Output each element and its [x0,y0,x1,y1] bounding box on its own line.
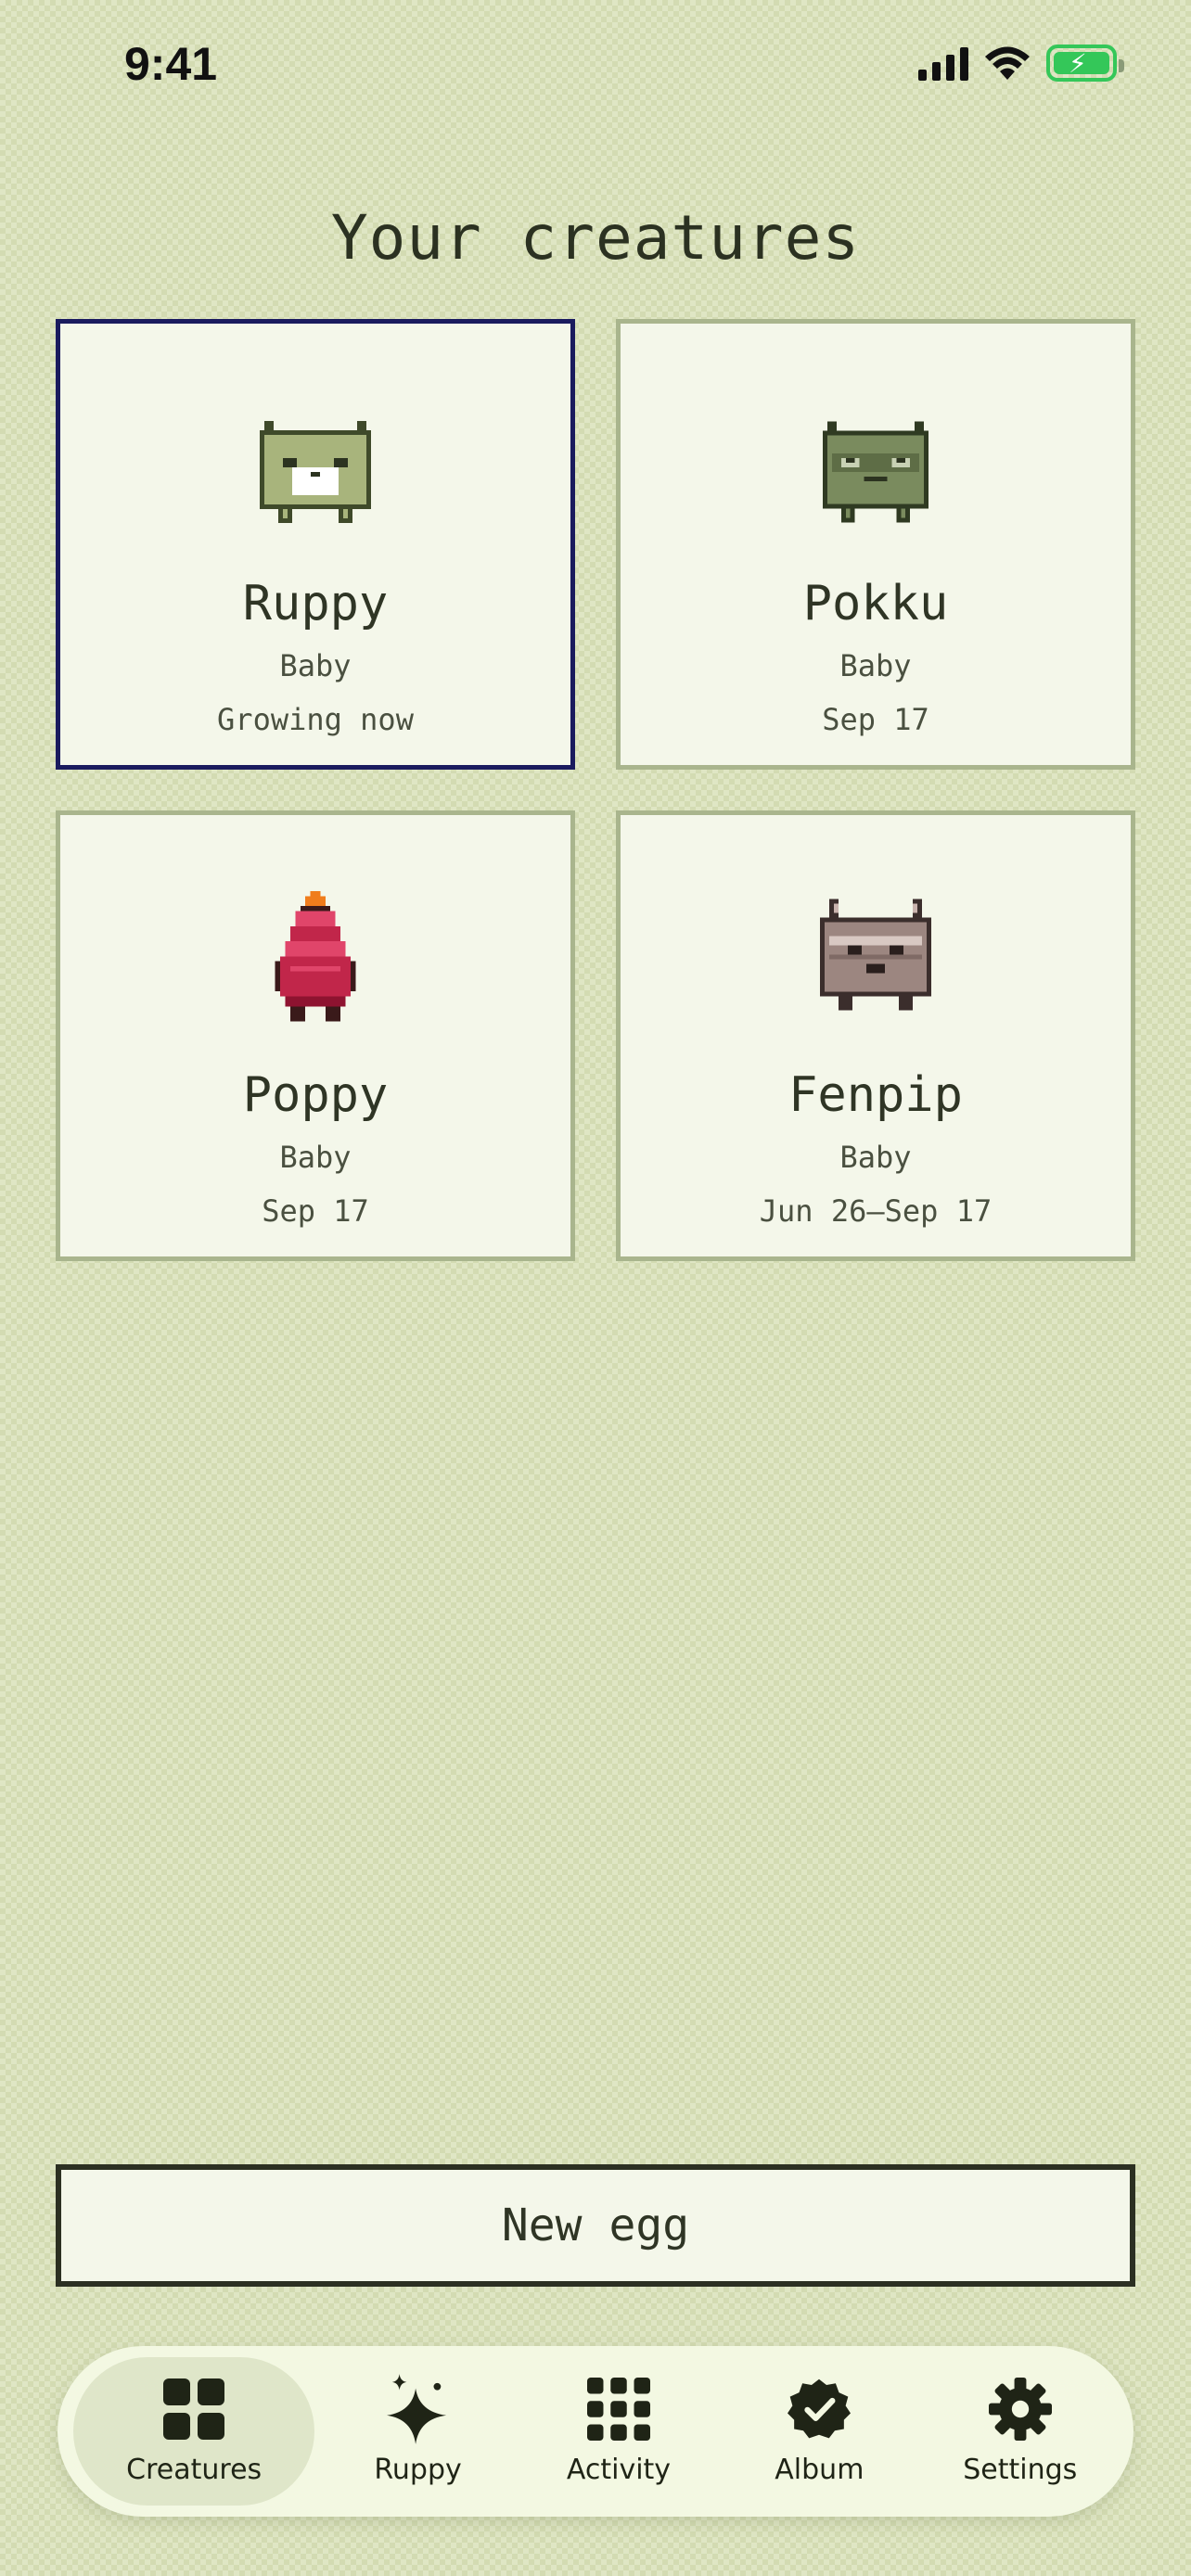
creature-name: Pokku [802,576,949,631]
tab-creatures[interactable]: Creatures [73,2357,315,2506]
creature-card-poppy[interactable]: Poppy Baby Sep 17 [56,810,575,1261]
status-icons: ⚡ [918,45,1124,82]
battery-icon: ⚡ [1046,45,1124,82]
check-badge-icon [788,2378,852,2441]
tab-label: Album [775,2453,864,2486]
creature-card-ruppy[interactable]: Ruppy Baby Growing now [56,319,575,770]
poppy-sprite-icon [275,891,356,1022]
creature-card-pokku[interactable]: Pokku Baby Sep 17 [616,319,1135,770]
tab-label: Creatures [126,2453,263,2486]
creature-stage: Baby [279,648,352,683]
creature-date: Growing now [217,702,414,737]
fenpip-sprite-icon [820,899,931,1011]
creature-date: Sep 17 [822,702,929,737]
tab-label: Settings [963,2453,1078,2486]
status-bar: 9:41 ⚡ [0,0,1191,139]
creature-stage: Baby [279,1140,352,1175]
creature-stage: Baby [839,1140,912,1175]
wifi-icon [985,46,1030,80]
gear-icon [988,2377,1052,2441]
tab-bar: Creatures Ruppy Activity Album Settings [58,2346,1133,2517]
creature-stage: Baby [839,648,912,683]
grid-four-icon [162,2378,225,2441]
new-egg-button[interactable]: New egg [56,2164,1135,2287]
tab-label: Activity [566,2453,672,2486]
creature-name: Poppy [242,1067,389,1123]
page-title: Your creatures [330,202,861,274]
grid-nine-icon [586,2377,650,2441]
creature-name: Fenpip [788,1067,963,1123]
creature-name: Ruppy [242,576,389,631]
creature-date: Sep 17 [262,1193,369,1229]
sparkle-icon [386,2373,450,2444]
tab-album[interactable]: Album [722,2357,916,2506]
tab-settings[interactable]: Settings [923,2357,1118,2506]
tab-label: Ruppy [374,2453,462,2486]
ruppy-sprite-icon [260,421,371,523]
pokku-sprite-icon [822,421,929,523]
creature-date: Jun 26–Sep 17 [759,1193,992,1229]
creature-card-fenpip[interactable]: Fenpip Baby Jun 26–Sep 17 [616,810,1135,1261]
status-time: 9:41 [124,38,218,90]
tab-ruppy[interactable]: Ruppy [321,2357,516,2506]
cellular-signal-icon [918,45,968,81]
tab-activity[interactable]: Activity [521,2357,716,2506]
